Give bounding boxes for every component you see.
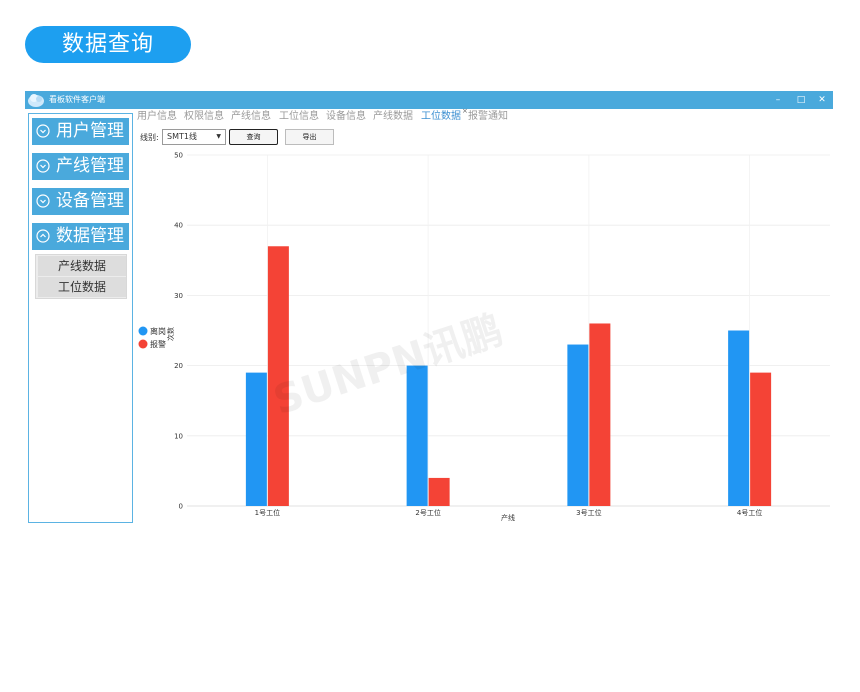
y-tick-label: 10 (174, 432, 183, 440)
app-window: 看板软件客户端 – □ ✕ 用户管理 产线管理 设备管理 数据管理 产线数据 工… (25, 91, 833, 523)
y-axis-label: 次数 (166, 327, 175, 341)
bar (406, 365, 428, 506)
legend-label-series2: 报警 (150, 339, 166, 349)
bar (567, 344, 589, 506)
y-tick-label: 20 (174, 362, 183, 370)
legend-swatch-series1 (138, 326, 148, 336)
y-tick-label: 30 (174, 292, 183, 300)
y-tick-label: 0 (179, 503, 183, 511)
bar (750, 372, 772, 506)
x-tick-label: 4号工位 (737, 508, 762, 517)
x-tick-label: 3号工位 (576, 508, 601, 517)
bar (728, 330, 750, 506)
y-tick-label: 50 (174, 152, 183, 160)
x-tick-label: 2号工位 (415, 508, 440, 517)
x-axis-label: 产线 (501, 513, 515, 521)
bar (267, 246, 289, 506)
chart-bars (245, 246, 772, 506)
bar-chart: 0 10 20 30 40 50 1号工位 2号工位 3号工位 4号工位 产线 次数 离岗 报警 (138, 152, 830, 521)
bar (245, 372, 267, 506)
y-tick-label: 40 (174, 222, 183, 230)
page-title: 数据查询 (25, 26, 191, 63)
bar (428, 477, 450, 506)
legend-label-series1: 离岗 (150, 326, 166, 336)
bar (589, 323, 611, 506)
x-tick-label: 1号工位 (255, 508, 280, 517)
legend: 离岗 报警 (138, 326, 166, 349)
legend-swatch-series2 (138, 339, 148, 349)
